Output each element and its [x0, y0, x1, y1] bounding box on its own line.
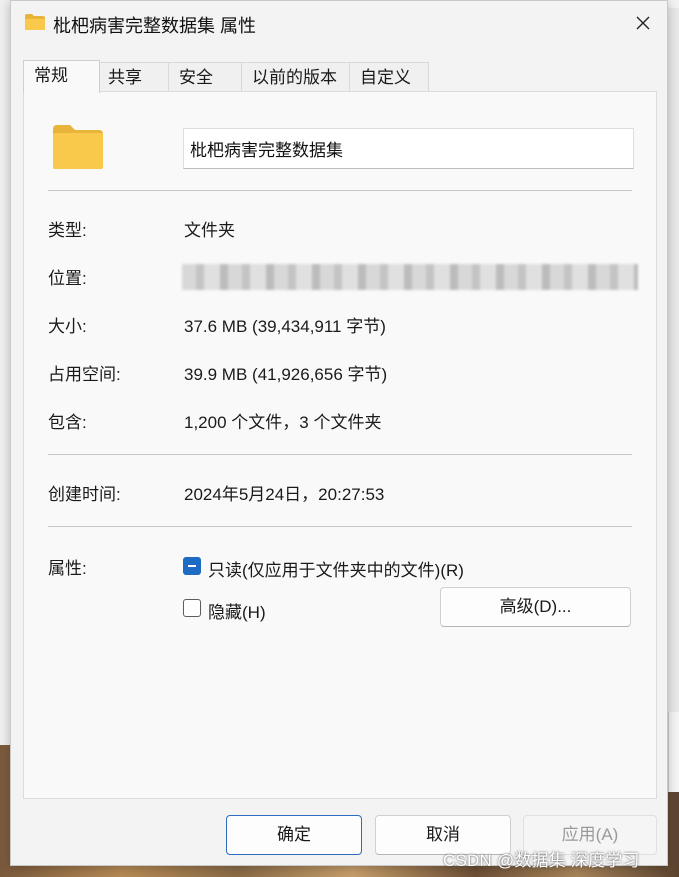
readonly-label[interactable]: 只读(仅应用于文件夹中的文件)(R): [208, 556, 464, 581]
contains-value: 1,200 个文件，3 个文件夹: [184, 413, 382, 432]
advanced-button[interactable]: 高级(D)...: [440, 587, 631, 627]
hidden-checkbox[interactable]: [183, 599, 201, 617]
separator: [48, 454, 632, 455]
attributes-label: 属性:: [48, 559, 87, 578]
contains-label: 包含:: [48, 413, 87, 432]
tab-security[interactable]: 安全: [168, 62, 242, 92]
tab-previous-versions[interactable]: 以前的版本: [241, 62, 351, 92]
close-button[interactable]: [619, 1, 667, 45]
size-value: 37.6 MB (39,434,911 字节): [184, 317, 386, 336]
separator: [48, 526, 632, 527]
hidden-label[interactable]: 隐藏(H): [208, 598, 266, 623]
properties-dialog: 枇杷病害完整数据集 属性 常规 共享 安全 以前的版本 自定义 类型: 文件夹 …: [10, 0, 668, 866]
location-label: 位置:: [48, 269, 87, 288]
ok-button[interactable]: 确定: [226, 815, 362, 855]
type-label: 类型:: [48, 221, 87, 240]
title-bar[interactable]: 枇杷病害完整数据集 属性: [11, 1, 667, 45]
tab-sharing[interactable]: 共享: [97, 62, 169, 92]
folder-name-input[interactable]: [183, 128, 634, 169]
general-tab-panel: 类型: 文件夹 位置: 大小: 37.6 MB (39,434,911 字节) …: [23, 91, 657, 799]
location-value-redacted: [182, 264, 638, 290]
created-label: 创建时间:: [48, 485, 121, 504]
separator: [48, 190, 632, 191]
folder-icon: [53, 125, 103, 169]
tab-general[interactable]: 常规: [23, 60, 100, 93]
watermark-text: CSDN @数据集 深度学习: [443, 851, 640, 870]
disk-size-value: 39.9 MB (41,926,656 字节): [184, 365, 388, 384]
background-window-fragment: [668, 712, 679, 792]
window-title: 枇杷病害完整数据集 属性: [53, 16, 256, 36]
size-label: 大小:: [48, 317, 87, 336]
close-icon: [636, 16, 650, 30]
folder-icon: [25, 14, 45, 30]
created-value: 2024年5月24日，20:27:53: [184, 485, 385, 504]
disk-size-label: 占用空间:: [48, 365, 121, 384]
type-value: 文件夹: [184, 221, 235, 240]
readonly-checkbox[interactable]: [183, 557, 201, 575]
tab-customize[interactable]: 自定义: [349, 62, 429, 92]
